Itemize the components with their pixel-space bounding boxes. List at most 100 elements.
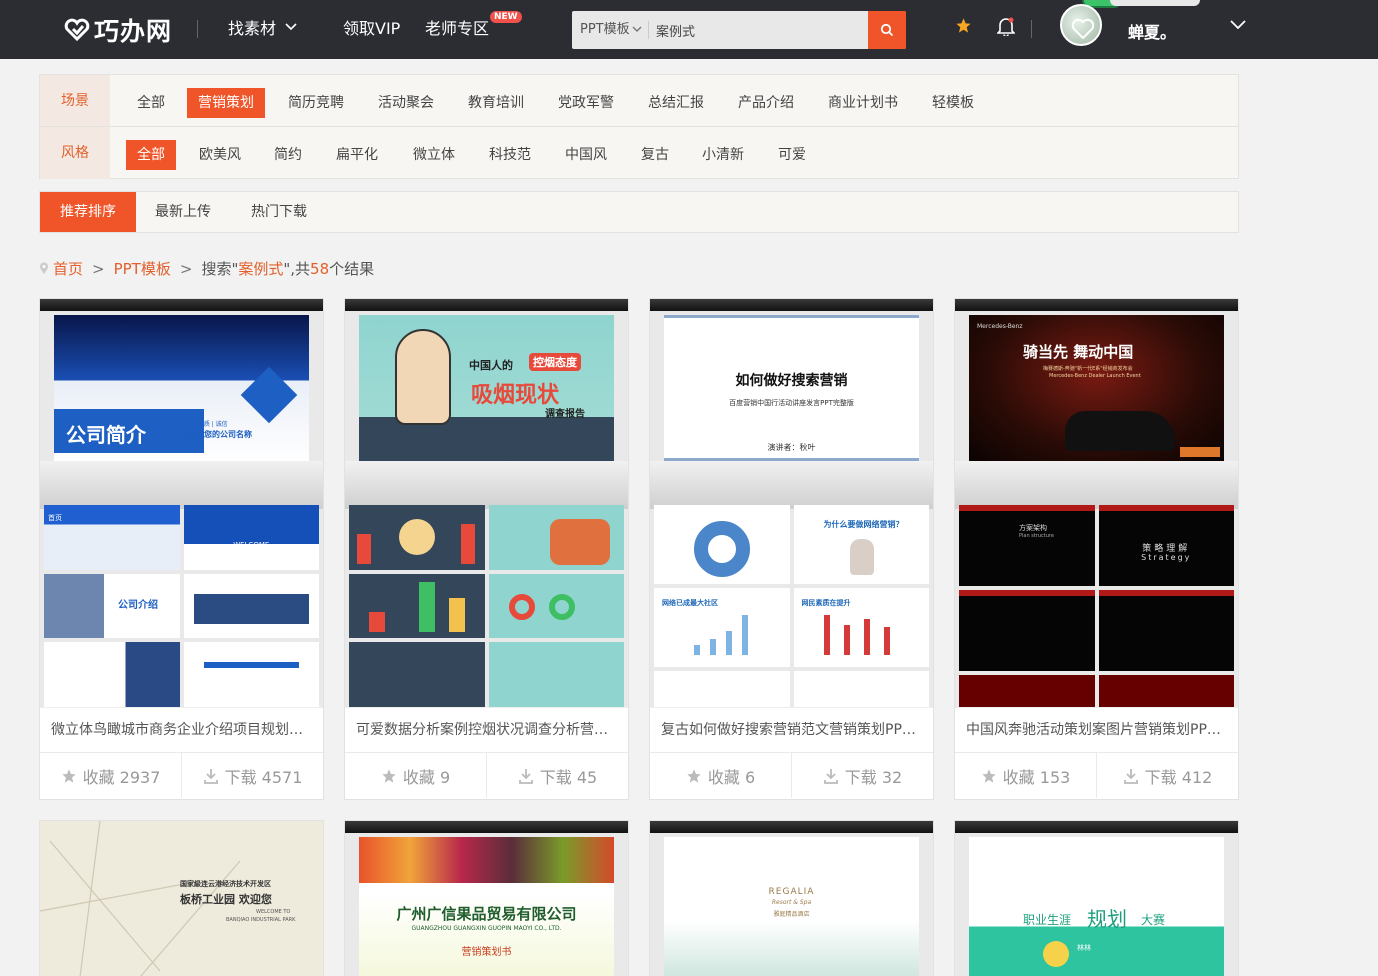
cover-line-2: 规划 (1087, 907, 1127, 931)
site-logo[interactable]: 巧办网 (64, 12, 172, 48)
favorite-button[interactable]: 收藏 6 (650, 753, 791, 798)
template-card[interactable]: 广州广信果品贸易有限公司 GUANGZHOU GUANGXIN GUOPIN M… (344, 820, 629, 976)
download-count: 下载 32 (844, 767, 903, 787)
template-thumbnail[interactable]: REGALIA Resort & Spa 雅庭精品酒店 (650, 821, 933, 976)
cover-line-3: WELCOME TO (256, 909, 291, 915)
scene-option-summary[interactable]: 总结汇报 (637, 88, 715, 118)
presentation-room (40, 461, 323, 509)
style-option-tech[interactable]: 科技范 (478, 140, 542, 170)
style-option-simple[interactable]: 简约 (263, 140, 313, 170)
cover-line-2: 板桥工业园 欢迎您 (180, 893, 272, 906)
bell-icon[interactable] (997, 16, 1015, 36)
style-option-cute[interactable]: 可爱 (767, 140, 817, 170)
template-thumbnail[interactable]: 职业生涯 规划 大赛 林林 (955, 821, 1238, 976)
preview-slide (349, 505, 485, 570)
preview-label: 首页 (48, 514, 62, 522)
favorite-button[interactable]: 收藏 153 (955, 753, 1096, 798)
scene-option-all[interactable]: 全部 (126, 88, 176, 118)
breadcrumb-search-prefix: 搜索" (201, 260, 239, 278)
projector-bar (345, 821, 628, 833)
download-button[interactable]: 下载 412 (1096, 753, 1238, 798)
scene-option-business-plan[interactable]: 商业计划书 (817, 88, 909, 118)
breadcrumb-category[interactable]: PPT模板 (114, 258, 171, 279)
template-thumbnail[interactable]: Mercedes-Benz 骑当先 舞动中国 梅赛德斯-奔驰"新一代E系"经销商… (955, 299, 1238, 707)
filter-panel: 场景 全部 营销策划 简历竞聘 活动聚会 教育培训 党政军警 总结汇报 产品介绍… (39, 74, 1239, 179)
cover-title: 广州广信果品贸易有限公司 (396, 905, 577, 923)
projector-bar (650, 821, 933, 833)
template-card[interactable]: REGALIA Resort & Spa 雅庭精品酒店 (649, 820, 934, 976)
chevron-down-icon[interactable] (1230, 20, 1246, 30)
breadcrumb-result-count: 58 (310, 259, 330, 278)
nav-get-vip[interactable]: 领取VIP (343, 19, 400, 39)
style-option-fresh[interactable]: 小清新 (691, 140, 755, 170)
cover-slide: 中国人的 控烟态度 吸烟现状 调查报告 (359, 315, 614, 461)
download-button[interactable]: 下载 45 (486, 753, 628, 798)
preview-slide: WELCOME (183, 505, 319, 570)
scene-label: 场景 (40, 75, 110, 126)
style-option-flat[interactable]: 扁平化 (325, 140, 389, 170)
cover-fruit-banner (359, 837, 614, 883)
style-option-retro[interactable]: 复古 (630, 140, 680, 170)
style-label: 风格 (40, 127, 110, 179)
cover-subtitle: 请添加您的公司名称 (180, 430, 252, 439)
template-card[interactable]: 如何做好搜索营销 百度营销中国行活动讲座发言PPT完整版 演讲者：秋叶 为什么要… (649, 298, 934, 800)
template-stats: 收藏 9 下载 45 (345, 752, 628, 798)
preview-slide (654, 671, 790, 707)
preview-slide: 网络已成最大社区 (654, 588, 790, 668)
template-card[interactable]: 国家級连云港经济技术开发区 板桥工业园 欢迎您 WELCOME TO BANQI… (39, 820, 324, 976)
preview-slide (488, 505, 624, 570)
favorite-count: 收藏 6 (707, 767, 756, 787)
nav-teacher-zone[interactable]: 老师专区 (425, 19, 489, 39)
template-card[interactable]: 中国人的 控烟态度 吸烟现状 调查报告 可爱数据分析案例控烟状况调查分析营销..… (344, 298, 629, 800)
breadcrumb-home[interactable]: 首页 (53, 258, 83, 279)
scene-option-light[interactable]: 轻模板 (921, 88, 985, 118)
template-card[interactable]: 职业生涯 规划 大赛 林林 (954, 820, 1239, 976)
cover-line-4: BANQIAO INDUSTRIAL PARK (226, 917, 296, 923)
sort-hot-downloads[interactable]: 热门下载 (231, 192, 327, 232)
sort-recommended[interactable]: 推荐排序 (40, 192, 136, 232)
preview-slide (1098, 589, 1234, 671)
cover-slide: 公司简介 专注 | 品质 | 诚信 请添加您的公司名称 (54, 315, 309, 461)
cover-line-3: 大赛 (1141, 913, 1166, 927)
username[interactable]: 蝉夏。 (1128, 19, 1176, 43)
star-icon[interactable] (955, 17, 972, 34)
search-input[interactable] (656, 16, 856, 44)
sort-latest[interactable]: 最新上传 (135, 192, 231, 232)
search-button[interactable] (868, 11, 906, 49)
scene-option-government[interactable]: 党政军警 (547, 88, 625, 118)
breadcrumb-search-mid: ",共 (283, 260, 311, 278)
download-icon (1123, 768, 1138, 784)
favorite-button[interactable]: 收藏 9 (345, 753, 486, 798)
nav-find-materials[interactable]: 找素材 (228, 19, 297, 39)
scene-option-party[interactable]: 活动聚会 (367, 88, 445, 118)
download-button[interactable]: 下载 4571 (181, 753, 323, 798)
preview-label: WELCOME (233, 541, 270, 549)
template-card[interactable]: 公司简介 专注 | 品质 | 诚信 请添加您的公司名称 首页 WELCOME 公… (39, 298, 324, 800)
template-title[interactable]: 可爱数据分析案例控烟状况调查分析营销... (345, 707, 628, 752)
template-thumbnail[interactable]: 国家級连云港经济技术开发区 板桥工业园 欢迎您 WELCOME TO BANQI… (40, 821, 323, 976)
style-option-all[interactable]: 全部 (126, 140, 176, 170)
scene-option-resume[interactable]: 简历竞聘 (277, 88, 355, 118)
template-thumbnail[interactable]: 如何做好搜索营销 百度营销中国行活动讲座发言PPT完整版 演讲者：秋叶 为什么要… (650, 299, 933, 707)
search-category-select[interactable]: PPT模板 (572, 11, 648, 49)
template-title[interactable]: 微立体鸟瞰城市商务企业介绍项目规划营... (40, 707, 323, 752)
style-option-3d[interactable]: 微立体 (402, 140, 466, 170)
scene-option-education[interactable]: 教育培训 (457, 88, 535, 118)
scene-option-marketing[interactable]: 营销策划 (187, 88, 265, 118)
template-card[interactable]: Mercedes-Benz 骑当先 舞动中国 梅赛德斯-奔驰"新一代E系"经销商… (954, 298, 1239, 800)
cover-slide: REGALIA Resort & Spa 雅庭精品酒店 (664, 837, 919, 976)
template-title[interactable]: 复古如何做好搜索营销范文营销策划PPT... (650, 707, 933, 752)
presentation-room (650, 461, 933, 509)
template-thumbnail[interactable]: 广州广信果品贸易有限公司 GUANGZHOU GUANGXIN GUOPIN M… (345, 821, 628, 976)
scene-option-product[interactable]: 产品介绍 (727, 88, 805, 118)
template-thumbnail[interactable]: 中国人的 控烟态度 吸烟现状 调查报告 (345, 299, 628, 707)
favorite-count: 收藏 153 (1002, 767, 1071, 787)
template-thumbnail[interactable]: 公司简介 专注 | 品质 | 诚信 请添加您的公司名称 首页 WELCOME 公… (40, 299, 323, 707)
template-title[interactable]: 中国风奔驰活动策划案图片营销策划PPT... (955, 707, 1238, 752)
style-option-western[interactable]: 欧美风 (188, 140, 252, 170)
download-button[interactable]: 下载 32 (791, 753, 933, 798)
style-option-chinese[interactable]: 中国风 (554, 140, 618, 170)
favorite-button[interactable]: 收藏 2937 (40, 753, 181, 798)
cover-line-1: 中国人的 (469, 359, 513, 372)
user-avatar[interactable] (1060, 4, 1102, 46)
